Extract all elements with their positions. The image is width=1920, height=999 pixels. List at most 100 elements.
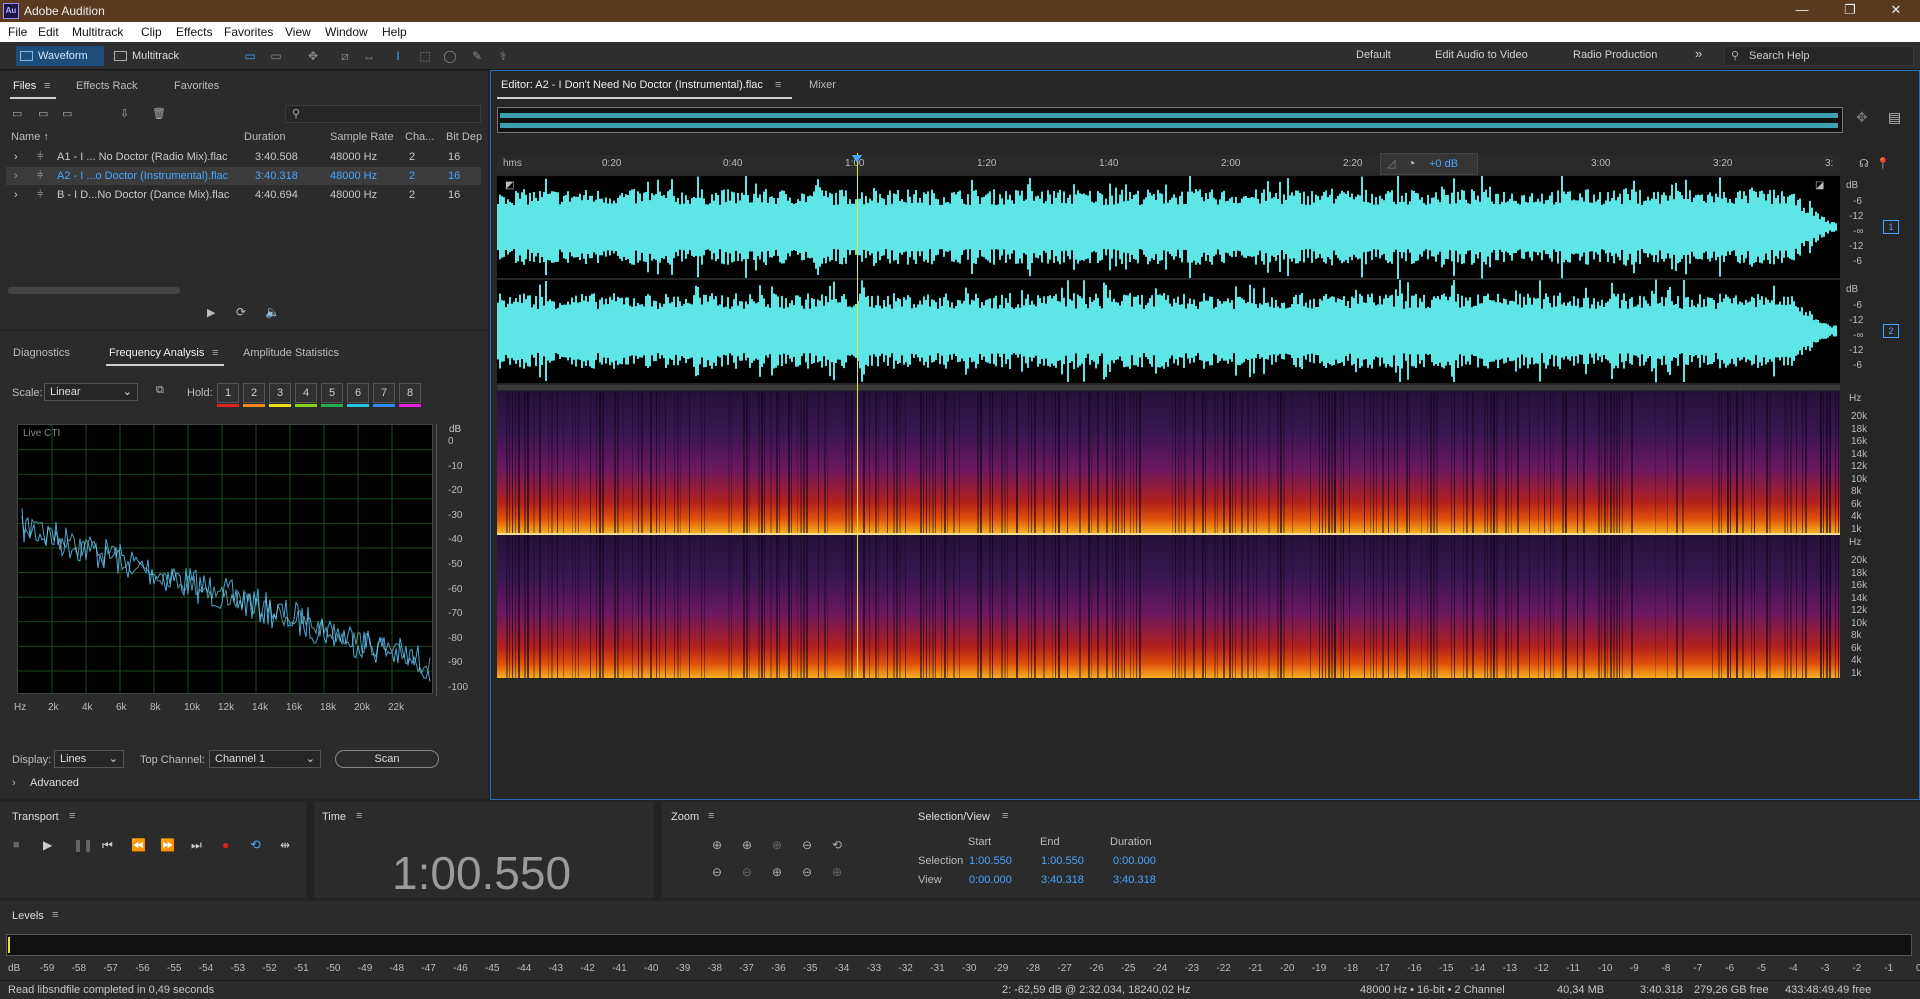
hold-button-7[interactable]: 7	[373, 383, 395, 403]
tab-diagnostics[interactable]: Diagnostics	[13, 347, 70, 359]
razor-tool-icon[interactable]: ⧄	[338, 50, 352, 62]
play-icon[interactable]: ▶	[43, 838, 52, 852]
lasso-selection-icon[interactable]: ◯	[443, 50, 457, 62]
workspace-radio-production[interactable]: Radio Production	[1573, 49, 1657, 61]
minimize-button[interactable]: —	[1782, 2, 1822, 20]
view-duration[interactable]: 3:40.318	[1113, 874, 1156, 886]
view-start[interactable]: 0:00.000	[969, 874, 1012, 886]
overview-navigator[interactable]	[497, 107, 1843, 133]
hold-button-4[interactable]: 4	[295, 383, 317, 403]
zoom-full-icon[interactable]: ⊕	[832, 865, 842, 879]
clip-corner-icon[interactable]: ◪	[1815, 180, 1824, 191]
waveform-view-button[interactable]: Waveform	[16, 46, 104, 66]
selection-start[interactable]: 1:00.550	[969, 855, 1012, 867]
channel-badge[interactable]: 1	[1883, 220, 1899, 234]
tab-favorites[interactable]: Favorites	[174, 80, 219, 92]
preview-loop-icon[interactable]: ⟳	[236, 305, 246, 319]
panel-menu-icon[interactable]: ≡	[44, 80, 50, 92]
view-divider[interactable]	[497, 385, 1840, 390]
display-options-icon[interactable]: ▤	[1888, 109, 1901, 126]
record-icon[interactable]: ●	[222, 838, 229, 852]
tab-frequency-analysis[interactable]: Frequency Analysis	[109, 347, 204, 359]
workspace-default[interactable]: Default	[1356, 49, 1391, 61]
panel-menu-icon[interactable]: ≡	[1002, 810, 1008, 822]
menu-view[interactable]: View	[285, 25, 311, 39]
level-meter[interactable]	[6, 934, 1912, 956]
loop-playback-icon[interactable]: ⟲	[250, 837, 261, 853]
panel-menu-icon[interactable]: ≡	[356, 810, 362, 822]
tab-editor[interactable]: Editor: A2 - I Don't Need No Doctor (Ins…	[501, 79, 763, 91]
menu-effects[interactable]: Effects	[176, 25, 212, 39]
menu-file[interactable]: File	[8, 25, 27, 39]
selection-duration[interactable]: 0:00.000	[1113, 855, 1156, 867]
hold-button-2[interactable]: 2	[243, 383, 265, 403]
zoom-to-selection-icon[interactable]: ⊕	[772, 838, 782, 852]
hold-button-6[interactable]: 6	[347, 383, 369, 403]
spectral-frequency-icon[interactable]: ▭	[243, 50, 257, 62]
panel-menu-icon[interactable]: ≡	[708, 810, 714, 822]
trash-icon[interactable]: 🗑	[152, 107, 166, 120]
files-scrollbar[interactable]	[8, 287, 180, 294]
zoom-in-amplitude-icon[interactable]: ⊕	[712, 838, 722, 852]
menu-window[interactable]: Window	[325, 25, 368, 39]
scale-dropdown[interactable]: Linear ⌄	[44, 383, 138, 401]
col-sample-rate[interactable]: Sample Rate	[330, 131, 394, 143]
move-tool-icon[interactable]: ✥	[306, 50, 320, 62]
fast-forward-icon[interactable]: ⏩	[160, 838, 175, 852]
menu-multitrack[interactable]: Multitrack	[72, 25, 123, 39]
hold-button-3[interactable]: 3	[269, 383, 291, 403]
scan-button[interactable]: Scan	[335, 750, 439, 768]
marquee-selection-icon[interactable]: ⬚	[418, 50, 432, 62]
zoom-out-full-icon[interactable]: ⊖	[802, 838, 812, 852]
zoom-out-amplitude-icon[interactable]: ⊖	[712, 865, 722, 879]
spectral-pitch-icon[interactable]: ▭	[269, 50, 283, 62]
hold-button-8[interactable]: 8	[399, 383, 421, 403]
time-selection-tool-icon[interactable]: I	[391, 50, 405, 62]
playhead-line[interactable]	[857, 153, 858, 678]
go-to-end-icon[interactable]: ⏭	[191, 838, 202, 853]
advanced-expand-icon[interactable]: ›	[12, 777, 16, 789]
gain-knob-icon[interactable]: ◔	[1407, 155, 1415, 171]
col-name[interactable]: Name ↑	[11, 131, 49, 143]
more-workspaces-button[interactable]: »	[1695, 46, 1702, 61]
table-row[interactable]: › ⫩ A1 - I ... No Doctor (Radio Mix).fla…	[6, 148, 481, 166]
zoom-out-time-icon[interactable]: ⊖	[742, 865, 752, 879]
tab-files[interactable]: Files	[13, 80, 36, 92]
panel-menu-icon[interactable]: ≡	[775, 79, 781, 91]
open-file-icon[interactable]: ▭	[12, 107, 22, 120]
advanced-toggle[interactable]: Advanced	[30, 777, 79, 789]
preview-volume-icon[interactable]: 🔈	[265, 305, 280, 319]
freeze-graph-icon[interactable]: ⧉	[156, 384, 164, 397]
skip-selection-icon[interactable]: ⇹	[280, 838, 290, 852]
insert-into-multitrack-icon[interactable]: ⇩	[120, 107, 129, 120]
maximize-button[interactable]: ❐	[1830, 2, 1870, 20]
zoom-in-point-icon[interactable]: ⊕	[772, 865, 782, 879]
zoom-reset-icon[interactable]: ⟲	[832, 838, 842, 852]
table-row[interactable]: › ⫩ B - I D...No Doctor (Dance Mix).flac…	[6, 186, 481, 204]
panel-menu-icon[interactable]: ≡	[52, 909, 58, 921]
hold-button-5[interactable]: 5	[321, 383, 343, 403]
zoom-in-time-icon[interactable]: ⊕	[742, 838, 752, 852]
brush-selection-icon[interactable]: ✎	[470, 50, 484, 62]
selection-end[interactable]: 1:00.550	[1041, 855, 1084, 867]
hold-button-1[interactable]: 1	[217, 383, 239, 403]
expand-icon[interactable]: ›	[14, 189, 18, 201]
pause-icon[interactable]: ❚❚	[73, 838, 93, 852]
spot-healing-icon[interactable]: ⚕	[496, 50, 510, 62]
time-display[interactable]: 1:00.550	[392, 846, 571, 900]
zoom-out-point-icon[interactable]: ⊖	[802, 865, 812, 879]
panel-menu-icon[interactable]: ≡	[69, 810, 75, 822]
import-file-icon[interactable]: ▭	[38, 107, 48, 120]
expand-icon[interactable]: ›	[14, 170, 18, 182]
menu-favorites[interactable]: Favorites	[224, 25, 273, 39]
channel-badge[interactable]: 2	[1883, 324, 1899, 338]
menu-clip[interactable]: Clip	[141, 25, 162, 39]
time-ruler[interactable]	[497, 155, 1840, 173]
preview-play-icon[interactable]: ▶	[207, 306, 215, 319]
table-row[interactable]: › ⫩ A2 - I ...o Doctor (Instrumental).fl…	[6, 167, 481, 185]
new-file-icon[interactable]: ▭	[62, 107, 72, 120]
zoom-navigator-icon[interactable]: ✥	[1856, 109, 1868, 126]
col-channels[interactable]: Cha...	[405, 131, 434, 143]
col-bit-depth[interactable]: Bit Dep	[446, 131, 482, 143]
stop-icon[interactable]: ■	[13, 839, 20, 851]
